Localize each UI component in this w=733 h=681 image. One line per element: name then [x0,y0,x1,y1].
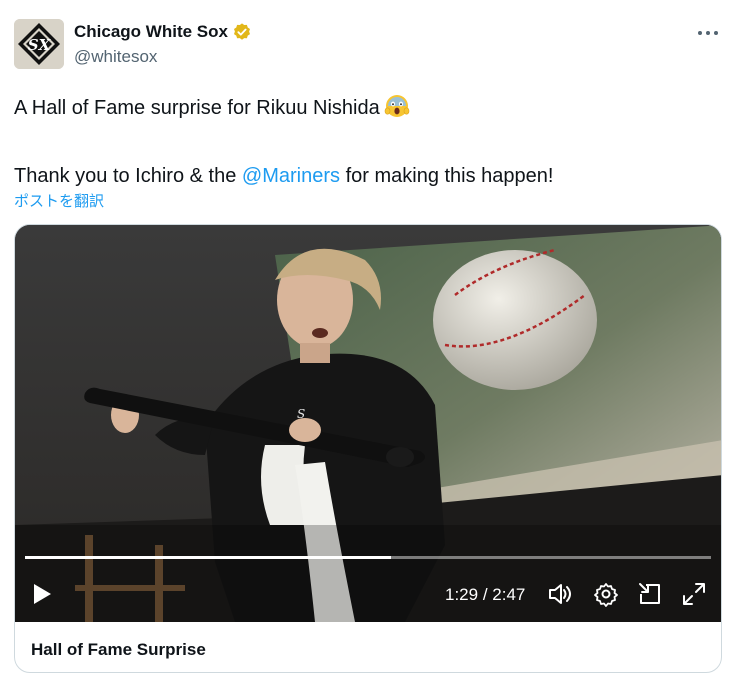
video-frame: S [15,225,721,622]
volume-icon[interactable] [547,581,573,607]
mention-link-mariners[interactable]: @Mariners [242,165,340,187]
avatar[interactable]: SX [14,19,64,69]
white-sox-logo-icon: SX [14,19,64,69]
tweet-line-1: A Hall of Fame surprise for Rikuu Nishid… [14,92,714,126]
video-player[interactable]: S 1:29 / 2:47 [15,225,721,622]
video-time: 1:29 / 2:47 [445,585,525,605]
settings-gear-icon[interactable] [593,581,619,607]
tweet-line-2-pre: Thank you to Ichiro & the [14,165,242,187]
video-duration: 2:47 [492,585,526,604]
more-options-icon[interactable] [697,26,719,40]
tweet-line-2: Thank you to Ichiro & the @Mariners for … [14,162,714,190]
video-progress-bar[interactable] [25,556,711,559]
tweet-line-2-post: for making this happen! [340,165,554,187]
video-title[interactable]: Hall of Fame Surprise [31,640,206,660]
tweet-line-1-text: A Hall of Fame surprise for Rikuu Nishid… [14,97,380,119]
video-current-time: 1:29 [445,585,479,604]
play-icon[interactable] [31,581,53,607]
translate-post-link[interactable]: ポストを翻訳 [14,190,104,211]
screaming-face-emoji [384,92,410,126]
tweet-text: A Hall of Fame surprise for Rikuu Nishid… [14,92,714,190]
picture-in-picture-icon[interactable] [637,581,663,607]
svg-text:SX: SX [28,36,52,54]
handle[interactable]: @whitesox [74,47,157,67]
verified-badge-icon[interactable] [232,22,252,42]
video-time-separator: / [478,585,493,604]
display-name[interactable]: Chicago White Sox [74,22,228,42]
fullscreen-icon[interactable] [681,581,707,607]
svg-text:S: S [297,407,305,421]
video-card[interactable]: S 1:29 / 2:47 Hall of Fame Surprise [14,224,722,673]
video-progress-fill [25,556,391,559]
